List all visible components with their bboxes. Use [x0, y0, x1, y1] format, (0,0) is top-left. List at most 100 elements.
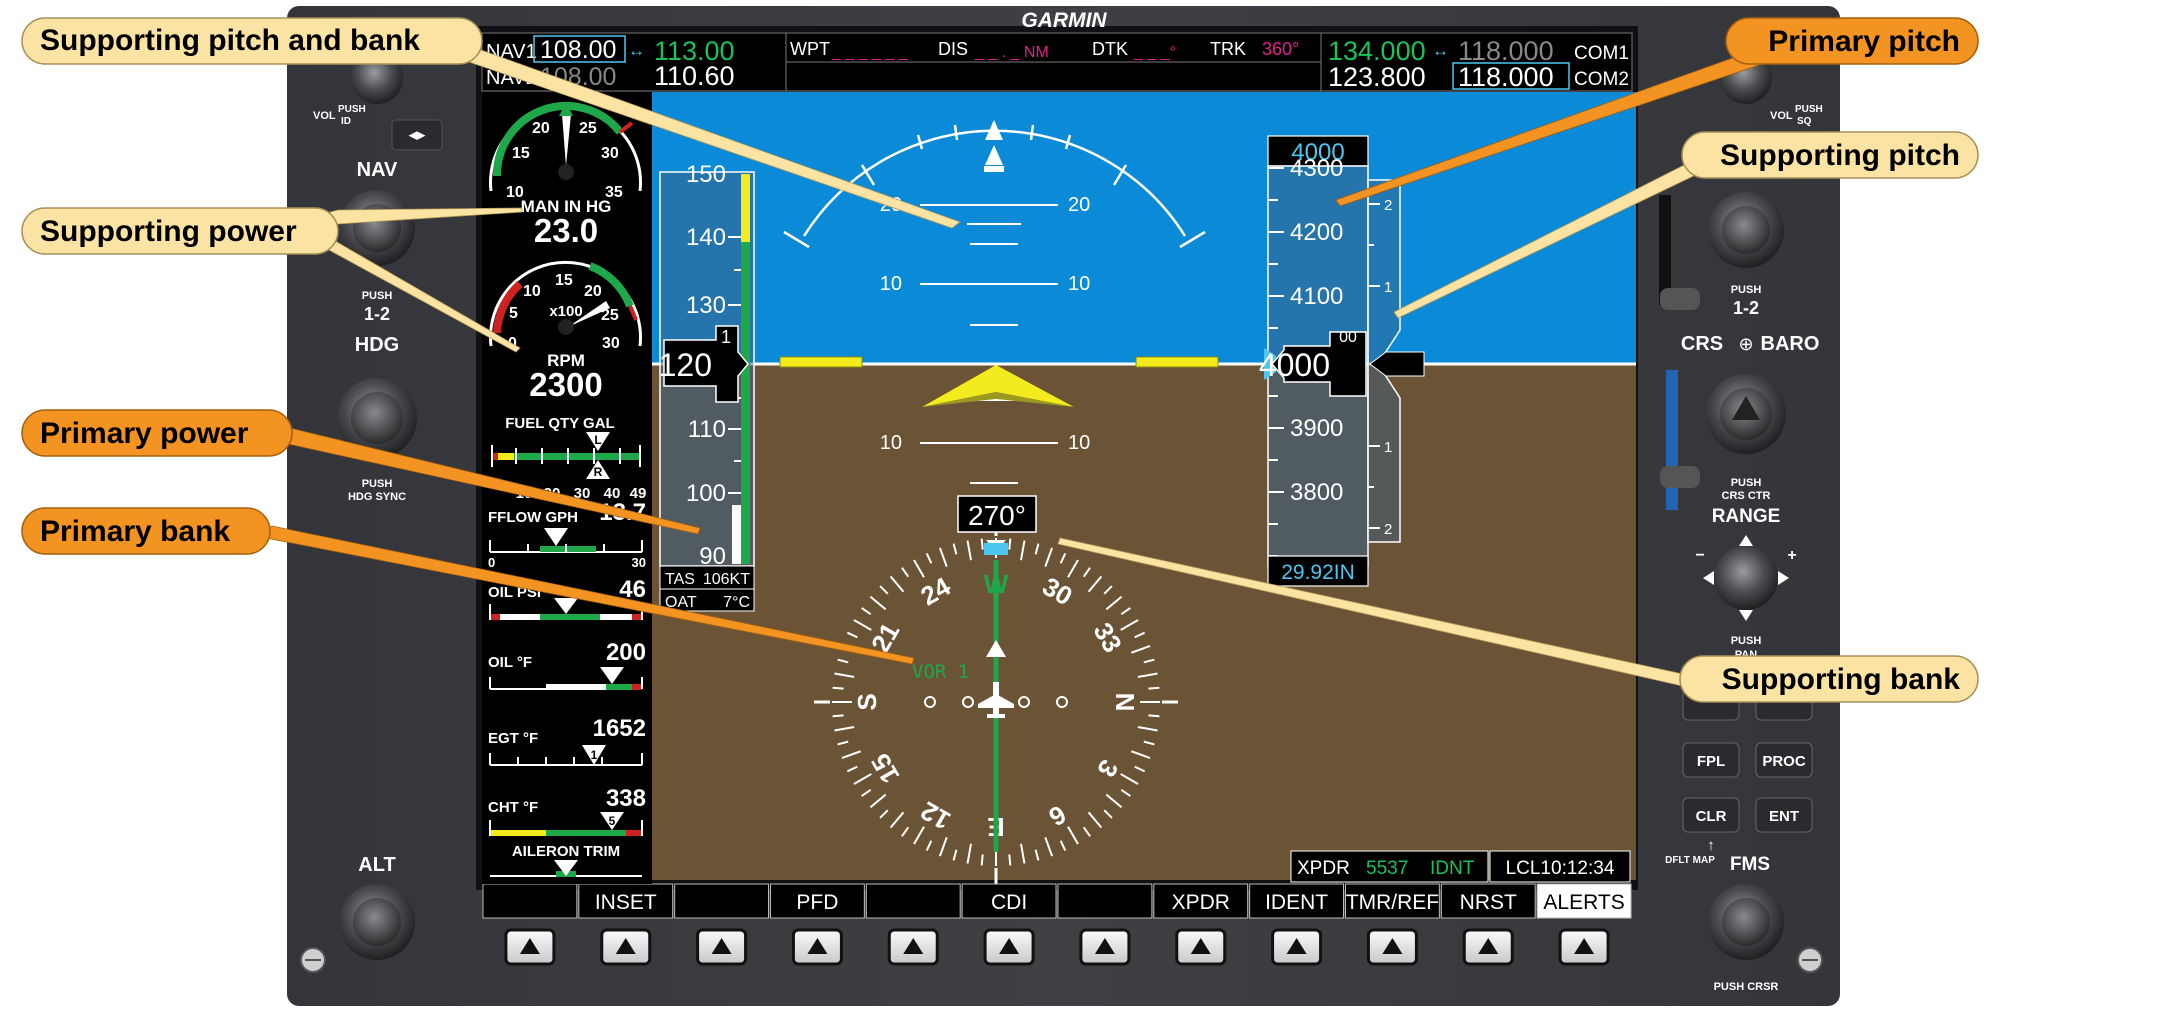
- softkey-label: TMR/REF: [1346, 891, 1439, 914]
- trim-label: AILERON TRIM: [512, 843, 620, 860]
- trk-value: 360°: [1262, 39, 1299, 59]
- hsi-tick: [980, 538, 984, 550]
- altitude-roll-digits: 00: [1339, 329, 1357, 346]
- pitch-label-neg10-right: 10: [1068, 432, 1090, 454]
- airspeed-tick-140: 140: [686, 224, 726, 251]
- hsi-tick: [980, 854, 984, 866]
- pitch-label-10-left: 10: [880, 273, 902, 295]
- vol-label-right: VOL: [1770, 110, 1793, 122]
- range-plus: +: [1787, 547, 1796, 564]
- heading-value: 270°: [968, 500, 1026, 531]
- softkey-label-box: [1057, 883, 1153, 919]
- proc-label[interactable]: PROC: [1762, 753, 1806, 770]
- vsi-tick-2-down: 2: [1384, 521, 1392, 538]
- ent-label[interactable]: ENT: [1769, 808, 1799, 825]
- alt-knob-inner[interactable]: [353, 898, 401, 946]
- hsi-tick: [832, 686, 844, 690]
- hdg-knob-label: HDG: [355, 334, 399, 356]
- callout-supporting-bank: Supporting bank: [1679, 655, 1979, 703]
- range-minus: −: [1695, 547, 1704, 564]
- crs-label: CRS: [1681, 333, 1723, 355]
- callout-supporting-pitch-text: Supporting pitch: [1720, 139, 1960, 172]
- nav1-swap-icon: ↔: [628, 41, 645, 60]
- dis-value: _ _ . _ NM: [974, 44, 1049, 61]
- com2-active-freq[interactable]: 123.800: [1328, 62, 1426, 92]
- push-sq-label-a: PUSH: [1795, 104, 1823, 115]
- push-12-label-left-a: PUSH: [362, 290, 393, 302]
- com2-standby-freq[interactable]: 118.000: [1458, 62, 1554, 92]
- range-joystick[interactable]: [1714, 546, 1778, 610]
- fflow-label: FFLOW GPH: [488, 509, 578, 526]
- oat-value: 7°C: [723, 594, 750, 611]
- push-sq-label-b: SQ: [1797, 116, 1812, 127]
- xpdr-label: XPDR: [1297, 858, 1350, 879]
- airspeed-tick-130: 130: [686, 292, 726, 319]
- softkey-label-box: [865, 883, 961, 919]
- hsi-tick: [832, 714, 844, 718]
- callout-supporting-pitch-and-bank: Supporting pitch and bank: [21, 17, 483, 65]
- nav2-standby-freq[interactable]: 110.60: [654, 61, 735, 91]
- cht-value: 338: [606, 785, 646, 812]
- callout-supporting-power: Supporting power: [21, 207, 339, 255]
- man-tick-30: 30: [601, 145, 619, 162]
- hsi-tick: [1148, 714, 1160, 718]
- dtk-value: _ _ _°: [1133, 44, 1176, 61]
- crs-baro-separator-icon: ⊕: [1738, 334, 1753, 354]
- rpm-tick-5: 5: [509, 305, 518, 322]
- trk-label: TRK: [1210, 39, 1246, 59]
- altitude-tick-4100: 4100: [1290, 283, 1343, 310]
- fflow-max: 30: [632, 555, 646, 570]
- callout-primary-power-text: Primary power: [40, 417, 249, 450]
- push-id-label-a: PUSH: [338, 104, 366, 115]
- altitude-value: 4000: [1259, 347, 1330, 383]
- callout-supporting-pitch: Supporting pitch: [1681, 131, 1979, 179]
- nav-source: VOR 1: [912, 661, 969, 683]
- egt-value: 1652: [593, 715, 646, 742]
- dis-label: DIS: [938, 39, 968, 59]
- rpm-tick-25: 25: [601, 307, 619, 324]
- sky: [652, 92, 1636, 364]
- hdg-knob-inner[interactable]: [351, 392, 403, 444]
- rpm-tick-15: 15: [555, 272, 573, 289]
- baro-setting[interactable]: 29.92IN: [1281, 561, 1355, 584]
- fms-label: FMS: [1730, 854, 1770, 875]
- com-knob-inner[interactable]: [1722, 206, 1770, 254]
- alt-knob-label: ALT: [358, 854, 395, 876]
- xpdr-mode: IDNT: [1430, 858, 1475, 879]
- cht-label: CHT °F: [488, 799, 538, 816]
- callout-primary-power: Primary power: [21, 409, 293, 457]
- fuel-right-marker: R: [594, 465, 603, 479]
- altitude-tick-3900: 3900: [1290, 415, 1343, 442]
- airspeed-roll-digit: 1: [721, 327, 731, 347]
- vsi-tick-2-up: 2: [1384, 197, 1392, 214]
- altitude-tick-4300: 4300: [1290, 155, 1343, 182]
- pitch-label-neg10-left: 10: [880, 432, 902, 454]
- push-crs-ctr-a: PUSH: [1731, 477, 1762, 489]
- clr-label[interactable]: CLR: [1696, 808, 1727, 825]
- pitch-label-10-right: 10: [1068, 273, 1090, 295]
- callout-primary-bank-text: Primary bank: [40, 515, 230, 548]
- lcl-time: LCL10:12:34: [1506, 858, 1615, 879]
- callout-primary-pitch-text: Primary pitch: [1768, 25, 1960, 58]
- compass-s: S: [852, 693, 882, 710]
- rpm-tick-30: 30: [602, 335, 620, 352]
- fms-knob-inner[interactable]: [1722, 898, 1770, 946]
- com1-label: COM1: [1574, 43, 1629, 64]
- nav1-active-freq[interactable]: 108.00: [540, 36, 616, 64]
- man-tick-15: 15: [512, 145, 530, 162]
- softkey-label: INSET: [595, 891, 657, 914]
- airspeed-value: 120: [659, 347, 712, 383]
- fpl-label[interactable]: FPL: [1697, 753, 1725, 770]
- softkey-label: PFD: [796, 891, 838, 914]
- oilf-value: 200: [606, 639, 646, 666]
- com2-label: COM2: [1574, 69, 1629, 90]
- altitude-tick-3800: 3800: [1290, 479, 1343, 506]
- push-12-label-right-a: PUSH: [1731, 284, 1762, 296]
- rpm-value: 2300: [529, 366, 602, 403]
- fflow-min: 0: [488, 555, 495, 570]
- wpt-value: _ _ _ _ _ _: [831, 44, 909, 61]
- softkey-label: NRST: [1460, 891, 1517, 914]
- garmin-logo: GARMIN: [1021, 9, 1107, 32]
- man-value: 23.0: [534, 212, 598, 249]
- baro-label: BARO: [1761, 333, 1820, 355]
